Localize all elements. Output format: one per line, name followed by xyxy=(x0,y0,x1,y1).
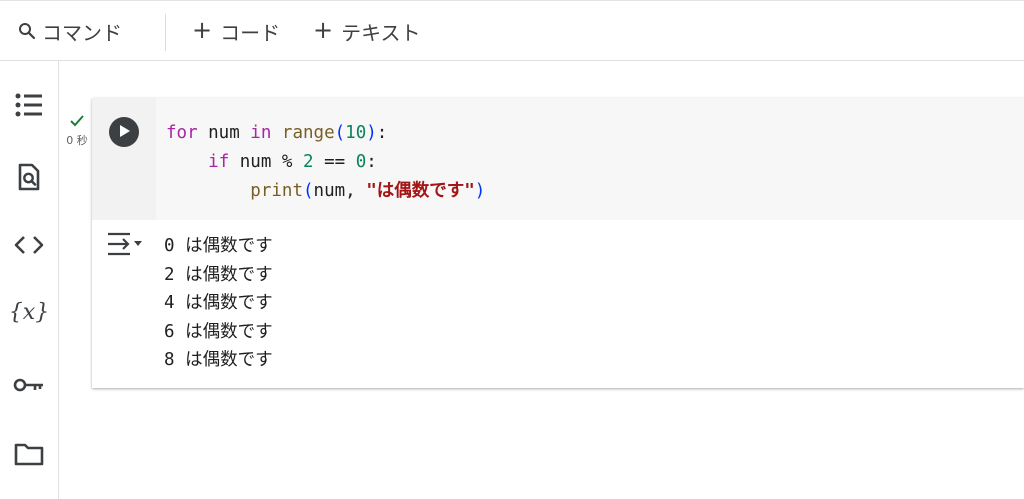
add-text-cell-button[interactable]: + テキスト xyxy=(313,16,421,45)
sidebar-item-secrets[interactable] xyxy=(13,370,45,400)
search-icon xyxy=(18,22,36,40)
code-brackets-icon xyxy=(14,235,44,255)
output-line: 0 は偶数です xyxy=(164,236,273,256)
code-token: 0 xyxy=(355,152,367,172)
code-line-1: for num in range(10): xyxy=(166,119,485,148)
run-cell-button[interactable] xyxy=(109,117,139,147)
code-token: 2 xyxy=(303,152,314,172)
code-token: ) xyxy=(474,181,486,201)
code-token: for xyxy=(166,123,198,143)
code-line-3: print(num, "は偶数です") xyxy=(166,177,485,206)
left-sidebar: {x} xyxy=(0,61,59,499)
code-line-2: if num % 2 == 0: xyxy=(166,148,485,177)
output-line: 4 は偶数です xyxy=(164,293,273,313)
cell-gutter xyxy=(92,98,156,220)
output-actions-button[interactable] xyxy=(106,231,146,259)
command-palette-button[interactable]: コマンド xyxy=(18,18,122,45)
code-token: ( xyxy=(302,181,314,201)
code-token: num % xyxy=(229,152,303,172)
list-icon xyxy=(15,92,43,118)
code-token: 10 xyxy=(345,123,367,143)
document-search-icon xyxy=(17,163,41,191)
code-token: num xyxy=(197,123,251,143)
add-code-label: コード xyxy=(220,20,281,45)
code-token: if xyxy=(208,152,230,172)
add-text-label: テキスト xyxy=(341,20,421,45)
sidebar-item-files[interactable] xyxy=(14,439,44,469)
command-label: コマンド xyxy=(42,20,122,45)
play-icon xyxy=(117,123,131,142)
sidebar-item-variables[interactable]: {x} xyxy=(9,297,49,327)
sidebar-item-table-of-contents[interactable] xyxy=(14,90,44,120)
folder-icon xyxy=(14,442,44,466)
plus-icon: + xyxy=(313,16,334,44)
output-line: 6 は偶数です xyxy=(164,321,273,342)
code-token: ( xyxy=(334,123,346,143)
code-token: in xyxy=(250,123,272,143)
key-icon xyxy=(13,377,45,393)
code-token: print xyxy=(250,181,303,201)
code-token: range xyxy=(281,123,335,143)
code-text: for num in range(10): if num % 2 == 0: p… xyxy=(166,119,485,206)
code-token: : xyxy=(366,152,377,172)
output-menu-icon xyxy=(106,232,146,261)
sidebar-item-code-snippets[interactable] xyxy=(14,230,44,260)
sidebar-item-find-replace[interactable] xyxy=(14,162,44,192)
output-text: 0 は偶数です 2 は偶数です 4 は偶数です 6 は偶数です 8 は偶数です xyxy=(164,232,273,375)
code-editor[interactable]: for num in range(10): if num % 2 == 0: p… xyxy=(156,98,1024,220)
code-cell[interactable]: for num in range(10): if num % 2 == 0: p… xyxy=(92,98,1024,388)
notebook-toolbar: コマンド + コード + テキスト xyxy=(0,0,1024,61)
code-token: == xyxy=(313,152,356,172)
toolbar-divider xyxy=(165,14,166,51)
output-line: 2 は偶数です xyxy=(164,264,273,285)
execution-time: 0 秒 xyxy=(66,134,88,147)
execution-status: 0 秒 xyxy=(62,115,92,148)
code-token: "は偶数です" xyxy=(366,181,475,201)
add-code-cell-button[interactable]: + コード xyxy=(192,16,281,45)
variables-icon: {x} xyxy=(8,299,50,325)
output-line: 8 は偶数です xyxy=(164,350,273,370)
check-icon xyxy=(62,115,92,129)
code-token: num, xyxy=(313,181,367,201)
cell-output: 0 は偶数です 2 は偶数です 4 は偶数です 6 は偶数です 8 は偶数です xyxy=(92,220,1024,388)
plus-icon: + xyxy=(192,16,213,44)
code-token: ) xyxy=(366,123,377,143)
code-token: : xyxy=(376,123,388,143)
